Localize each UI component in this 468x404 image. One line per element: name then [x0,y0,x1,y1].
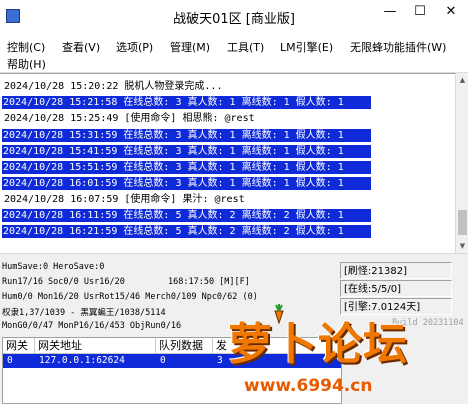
log-line: 2024/10/28 16:07:59 [使用命令] 果汁: @rest [4,194,245,205]
log-vertical-scrollbar[interactable]: ▲ ▼ [455,73,468,253]
log-horizontal-scrollbar[interactable] [0,253,468,261]
log-line: 2024/10/28 15:51:59 在线总数: 3 真人数: 1 离线数: … [2,161,371,174]
status-clock: 168:17:50 [M][F] [168,277,250,287]
table-cell: 0 [160,355,166,366]
online-count-box: [在线:5/5/0] [340,280,452,297]
log-line: 2024/10/28 15:31:59 在线总数: 3 真人数: 1 离线数: … [2,129,371,142]
forum-watermark: 萝卜论坛 www.6994.cn [218,302,463,404]
menu-view[interactable]: 查看(V) [62,39,100,55]
menu-plugin[interactable]: 无限蜂功能插件(W) [350,39,446,55]
menu-lm-engine[interactable]: LM引擎(E) [280,39,333,55]
close-button[interactable]: ✕ [436,0,466,24]
scroll-down-icon[interactable]: ▼ [456,239,468,253]
menu-manage[interactable]: 管理(M) [170,39,210,55]
menu-options[interactable]: 选项(P) [116,39,153,55]
table-cell: 0 [7,355,13,366]
watermark-title: 萝卜论坛 [228,319,408,370]
status-save: HumSave:0 HeroSave:0 [2,262,105,272]
watermark-url: www.6994.cn [244,376,373,396]
refresh-count-box: [刷怪:21382] [340,262,452,279]
table-cell: 127.0.0.1:62624 [39,355,125,366]
log-line: 2024/10/28 15:20:22 脱机人物登录完成... [4,81,223,92]
column-header-address[interactable]: 网关地址 [35,338,156,354]
column-header-queue[interactable]: 队列数据 [156,338,213,354]
scroll-thumb[interactable] [458,210,467,235]
column-header-gateway[interactable]: 网关 [3,338,35,354]
menu-bar: 控制(C) 查看(V) 选项(P) 管理(M) 工具(T) LM引擎(E) 无限… [0,34,468,73]
menu-control[interactable]: 控制(C) [7,39,45,55]
log-line: 2024/10/28 16:21:59 在线总数: 5 真人数: 2 离线数: … [2,225,371,238]
scroll-up-icon[interactable]: ▲ [456,73,468,87]
menu-help[interactable]: 帮助(H) [7,56,46,72]
log-line: 2024/10/28 16:11:59 在线总数: 5 真人数: 2 离线数: … [2,209,371,222]
menu-tools[interactable]: 工具(T) [227,39,264,55]
log-line: 2024/10/28 15:25:49 [使用命令] 相思熊: @rest [4,113,255,124]
log-line: 2024/10/28 16:01:59 在线总数: 3 真人数: 1 离线数: … [2,177,371,190]
status-monsters: MonG0/0/47 MonP16/16/453 ObjRun0/16 [2,321,182,331]
log-panel[interactable]: 2024/10/28 15:20:22 脱机人物登录完成... 2024/10/… [0,73,455,254]
log-line: 2024/10/28 15:41:59 在线总数: 3 真人数: 1 离线数: … [2,145,371,158]
log-line: 2024/10/28 15:21:58 在线总数: 3 真人数: 1 离线数: … [2,96,371,109]
status-run: Run17/16 Soc0/0 Usr16/20 [2,277,125,287]
minimize-button[interactable]: — [375,0,405,24]
status-boss: 权隶1,37/1039 - 黑翼蝙王/1038/5114 [2,308,166,318]
title-bar: 战破天01区 [商业版] — ☐ ✕ [0,0,468,34]
maximize-button[interactable]: ☐ [405,0,435,24]
status-objects: Hum0/0 Mon16/20 UsrRot15/46 Merch0/109 N… [2,292,258,302]
